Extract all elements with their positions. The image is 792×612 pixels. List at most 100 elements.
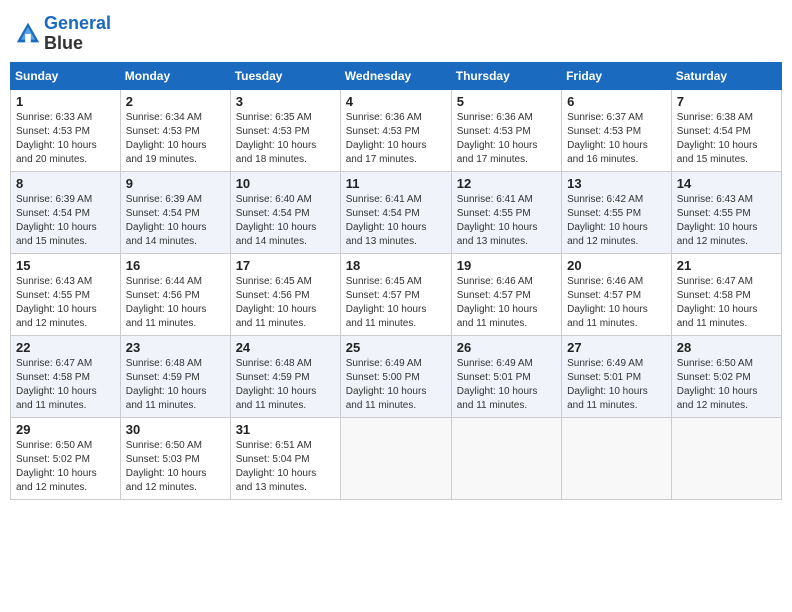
day-info: Sunrise: 6:50 AMSunset: 5:03 PMDaylight:… [126,439,225,495]
day-info: Sunrise: 6:47 AMSunset: 4:58 PMDaylight:… [16,357,115,413]
day-header-tuesday: Tuesday [230,62,340,89]
calendar-cell: 28 Sunrise: 6:50 AMSunset: 5:02 PMDayligh… [671,335,781,417]
calendar-cell [671,417,781,499]
calendar-cell: 10 Sunrise: 6:40 AMSunset: 4:54 PMDayligh… [230,171,340,253]
day-header-thursday: Thursday [451,62,561,89]
calendar-cell: 21 Sunrise: 6:47 AMSunset: 4:58 PMDayligh… [671,253,781,335]
calendar-cell: 29Sunrise: 6:50 AMSunset: 5:02 PMDayligh… [11,417,121,499]
calendar-cell: 4 Sunrise: 6:36 AMSunset: 4:53 PMDaylight… [340,89,451,171]
day-number: 30 [126,422,225,437]
day-number: 13 [567,176,666,191]
day-info: Sunrise: 6:44 AMSunset: 4:56 PMDaylight:… [126,275,225,331]
calendar-cell: 11 Sunrise: 6:41 AMSunset: 4:54 PMDayligh… [340,171,451,253]
calendar-cell: 1 Sunrise: 6:33 AMSunset: 4:53 PMDaylight… [11,89,121,171]
day-number: 4 [346,94,446,109]
calendar-cell [340,417,451,499]
day-number: 23 [126,340,225,355]
day-info: Sunrise: 6:39 AMSunset: 4:54 PMDaylight:… [126,193,225,249]
day-info: Sunrise: 6:43 AMSunset: 4:55 PMDaylight:… [677,193,776,249]
logo: General Blue [14,14,111,54]
day-header-wednesday: Wednesday [340,62,451,89]
calendar-cell: 9 Sunrise: 6:39 AMSunset: 4:54 PMDaylight… [120,171,230,253]
day-number: 28 [677,340,776,355]
day-number: 5 [457,94,556,109]
day-info: Sunrise: 6:36 AMSunset: 4:53 PMDaylight:… [346,111,446,167]
day-info: Sunrise: 6:46 AMSunset: 4:57 PMDaylight:… [567,275,666,331]
day-info: Sunrise: 6:35 AMSunset: 4:53 PMDaylight:… [236,111,335,167]
day-number: 31 [236,422,335,437]
day-number: 14 [677,176,776,191]
day-info: Sunrise: 6:46 AMSunset: 4:57 PMDaylight:… [457,275,556,331]
header: General Blue [10,10,782,54]
day-number: 2 [126,94,225,109]
calendar-cell: 6Sunrise: 6:37 AMSunset: 4:53 PMDaylight… [562,89,672,171]
day-number: 24 [236,340,335,355]
day-info: Sunrise: 6:41 AMSunset: 4:55 PMDaylight:… [457,193,556,249]
day-number: 25 [346,340,446,355]
calendar-body: 1 Sunrise: 6:33 AMSunset: 4:53 PMDaylight… [11,89,782,499]
day-number: 12 [457,176,556,191]
calendar-header-row: SundayMondayTuesdayWednesdayThursdayFrid… [11,62,782,89]
day-info: Sunrise: 6:51 AMSunset: 5:04 PMDaylight:… [236,439,335,495]
day-number: 7 [677,94,776,109]
day-info: Sunrise: 6:45 AMSunset: 4:56 PMDaylight:… [236,275,335,331]
day-number: 16 [126,258,225,273]
day-number: 20 [567,258,666,273]
day-info: Sunrise: 6:42 AMSunset: 4:55 PMDaylight:… [567,193,666,249]
day-info: Sunrise: 6:50 AMSunset: 5:02 PMDaylight:… [677,357,776,413]
calendar-cell: 18Sunrise: 6:45 AMSunset: 4:57 PMDayligh… [340,253,451,335]
calendar: SundayMondayTuesdayWednesdayThursdayFrid… [10,62,782,500]
day-number: 26 [457,340,556,355]
day-info: Sunrise: 6:49 AMSunset: 5:00 PMDaylight:… [346,357,446,413]
day-number: 27 [567,340,666,355]
day-number: 21 [677,258,776,273]
calendar-cell: 20 Sunrise: 6:46 AMSunset: 4:57 PMDayligh… [562,253,672,335]
calendar-cell: 7 Sunrise: 6:38 AMSunset: 4:54 PMDaylight… [671,89,781,171]
calendar-cell: 16 Sunrise: 6:44 AMSunset: 4:56 PMDayligh… [120,253,230,335]
calendar-cell: 12 Sunrise: 6:41 AMSunset: 4:55 PMDayligh… [451,171,561,253]
day-info: Sunrise: 6:49 AMSunset: 5:01 PMDaylight:… [457,357,556,413]
day-number: 22 [16,340,115,355]
day-number: 15 [16,258,115,273]
calendar-week-5: 29Sunrise: 6:50 AMSunset: 5:02 PMDayligh… [11,417,782,499]
calendar-cell: 5 Sunrise: 6:36 AMSunset: 4:53 PMDaylight… [451,89,561,171]
logo-text: General Blue [44,14,111,54]
calendar-week-3: 15 Sunrise: 6:43 AMSunset: 4:55 PMDayligh… [11,253,782,335]
day-info: Sunrise: 6:39 AMSunset: 4:54 PMDaylight:… [16,193,115,249]
day-number: 9 [126,176,225,191]
calendar-cell: 27 Sunrise: 6:49 AMSunset: 5:01 PMDayligh… [562,335,672,417]
day-info: Sunrise: 6:47 AMSunset: 4:58 PMDaylight:… [677,275,776,331]
day-info: Sunrise: 6:40 AMSunset: 4:54 PMDaylight:… [236,193,335,249]
calendar-cell [562,417,672,499]
day-header-monday: Monday [120,62,230,89]
day-number: 1 [16,94,115,109]
calendar-cell: 23 Sunrise: 6:48 AMSunset: 4:59 PMDayligh… [120,335,230,417]
calendar-cell: 26 Sunrise: 6:49 AMSunset: 5:01 PMDayligh… [451,335,561,417]
calendar-cell: 31 Sunrise: 6:51 AMSunset: 5:04 PMDayligh… [230,417,340,499]
calendar-cell: 2Sunrise: 6:34 AMSunset: 4:53 PMDaylight… [120,89,230,171]
calendar-week-2: 8Sunrise: 6:39 AMSunset: 4:54 PMDaylight… [11,171,782,253]
day-number: 11 [346,176,446,191]
calendar-cell: 15 Sunrise: 6:43 AMSunset: 4:55 PMDayligh… [11,253,121,335]
day-number: 6 [567,94,666,109]
day-info: Sunrise: 6:43 AMSunset: 4:55 PMDaylight:… [16,275,115,331]
day-info: Sunrise: 6:38 AMSunset: 4:54 PMDaylight:… [677,111,776,167]
day-info: Sunrise: 6:36 AMSunset: 4:53 PMDaylight:… [457,111,556,167]
calendar-cell: 8Sunrise: 6:39 AMSunset: 4:54 PMDaylight… [11,171,121,253]
calendar-cell: 17Sunrise: 6:45 AMSunset: 4:56 PMDayligh… [230,253,340,335]
day-number: 10 [236,176,335,191]
day-header-sunday: Sunday [11,62,121,89]
day-info: Sunrise: 6:33 AMSunset: 4:53 PMDaylight:… [16,111,115,167]
calendar-cell: 22 Sunrise: 6:47 AMSunset: 4:58 PMDayligh… [11,335,121,417]
day-info: Sunrise: 6:45 AMSunset: 4:57 PMDaylight:… [346,275,446,331]
day-info: Sunrise: 6:49 AMSunset: 5:01 PMDaylight:… [567,357,666,413]
calendar-cell: 3 Sunrise: 6:35 AMSunset: 4:53 PMDaylight… [230,89,340,171]
calendar-cell: 30 Sunrise: 6:50 AMSunset: 5:03 PMDayligh… [120,417,230,499]
day-header-saturday: Saturday [671,62,781,89]
calendar-week-4: 22 Sunrise: 6:47 AMSunset: 4:58 PMDayligh… [11,335,782,417]
calendar-cell: 14 Sunrise: 6:43 AMSunset: 4:55 PMDayligh… [671,171,781,253]
day-info: Sunrise: 6:48 AMSunset: 4:59 PMDaylight:… [126,357,225,413]
day-number: 3 [236,94,335,109]
day-info: Sunrise: 6:41 AMSunset: 4:54 PMDaylight:… [346,193,446,249]
calendar-cell [451,417,561,499]
